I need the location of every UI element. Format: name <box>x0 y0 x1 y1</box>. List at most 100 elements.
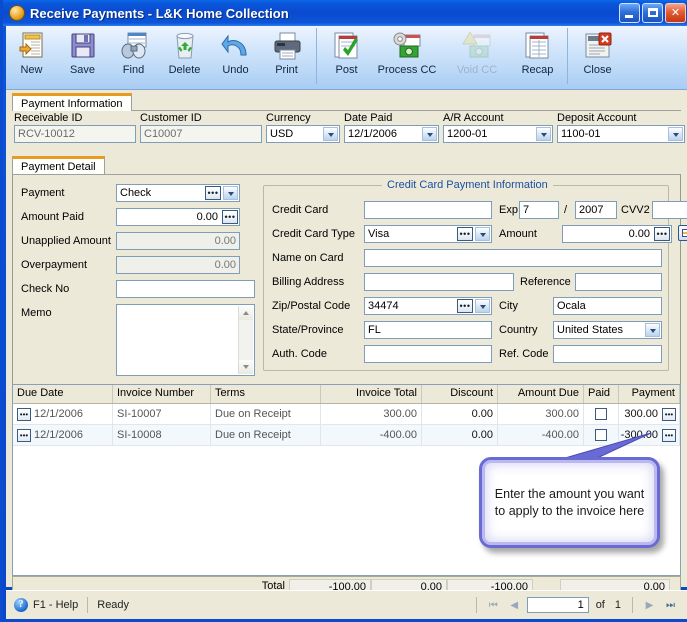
table-row[interactable]: ••• 12/1/2006 SI-10007 Due on Receipt 30… <box>13 404 680 425</box>
cell-terms[interactable]: Due on Receipt <box>211 425 321 445</box>
help-label[interactable]: F1 - Help <box>33 599 78 611</box>
scroll-down-icon[interactable] <box>239 360 253 374</box>
column-header-due-date[interactable]: Due Date <box>13 385 113 403</box>
column-header-payment[interactable]: Payment <box>619 385 680 403</box>
check-no-input[interactable] <box>116 280 255 298</box>
cell-invoice-total[interactable]: -400.00 <box>321 425 422 445</box>
chevron-down-icon[interactable] <box>323 127 338 141</box>
cell-due-date[interactable]: ••• 12/1/2006 <box>13 425 113 445</box>
cell-terms[interactable]: Due on Receipt <box>211 404 321 424</box>
maximize-button[interactable] <box>642 3 663 23</box>
amount-paid-input[interactable]: 0.00 ••• <box>116 208 240 226</box>
row-selector-button[interactable]: ••• <box>17 407 31 421</box>
column-header-invoice-total[interactable]: Invoice Total <box>321 385 422 403</box>
memo-textarea[interactable] <box>116 304 255 376</box>
paid-checkbox[interactable] <box>595 408 607 420</box>
chevron-down-icon[interactable] <box>422 127 437 141</box>
toolbar-new-button[interactable]: New <box>6 26 57 88</box>
auth-code-input[interactable] <box>364 345 492 363</box>
payment-lookup-button[interactable]: ••• <box>205 186 221 200</box>
country-select[interactable]: United States <box>553 321 662 339</box>
column-header-terms[interactable]: Terms <box>211 385 321 403</box>
toolbar-process-cc-button[interactable]: Process CC <box>372 26 442 88</box>
amount-paid-lookup-button[interactable]: ••• <box>222 210 238 224</box>
toolbar-post-button[interactable]: Post <box>321 26 372 88</box>
chevron-down-icon[interactable] <box>536 127 551 141</box>
name-on-card-input[interactable] <box>364 249 662 267</box>
toolbar-save-button[interactable]: Save <box>57 26 108 88</box>
row-selector-button[interactable]: ••• <box>17 428 31 442</box>
cell-amount-due[interactable]: 300.00 <box>498 404 584 424</box>
chevron-down-icon[interactable] <box>668 127 683 141</box>
zip-label: Zip/Postal Code <box>272 300 351 312</box>
toolbar-label: Delete <box>168 64 201 76</box>
toolbar-label: Save <box>69 64 96 76</box>
city-input[interactable]: Ocala <box>553 297 662 315</box>
deposit-account-select[interactable]: 1100-01 <box>557 125 685 143</box>
zip-value: 34474 <box>368 300 399 312</box>
reference-input[interactable] <box>575 273 662 291</box>
scroll-up-icon[interactable] <box>239 306 253 320</box>
chevron-down-icon[interactable] <box>645 323 660 337</box>
payment-lookup-button[interactable]: ••• <box>662 428 676 442</box>
toolbar-delete-button[interactable]: Delete <box>159 26 210 88</box>
chevron-down-icon[interactable] <box>223 186 238 200</box>
cell-due-date[interactable]: ••• 12/1/2006 <box>13 404 113 424</box>
currency-select[interactable]: USD <box>266 125 340 143</box>
cell-paid[interactable] <box>584 404 619 424</box>
payment-lookup-button[interactable]: ••• <box>662 407 676 421</box>
tab-payment-information[interactable]: Payment Information <box>12 93 132 111</box>
toolbar-print-button[interactable]: Print <box>261 26 312 88</box>
chevron-down-icon[interactable] <box>475 227 490 241</box>
help-icon[interactable]: ? <box>14 598 28 612</box>
field-receivable-id: Receivable ID RCV-10012 <box>14 112 136 143</box>
exp-year-input[interactable]: 2007 <box>575 201 617 219</box>
column-header-amount-due[interactable]: Amount Due <box>498 385 584 403</box>
card-type-lookup-button[interactable]: ••• <box>457 227 473 241</box>
cell-invoice-number[interactable]: SI-10007 <box>113 404 211 424</box>
column-header-discount[interactable]: Discount <box>422 385 498 403</box>
ref-code-input[interactable] <box>553 345 662 363</box>
card-type-select[interactable]: Visa ••• <box>364 225 492 243</box>
zip-lookup-button[interactable]: ••• <box>457 299 473 313</box>
cc-amount-lookup-button[interactable]: ••• <box>654 227 670 241</box>
receivable-id-input[interactable]: RCV-10012 <box>14 125 136 143</box>
tab-payment-detail[interactable]: Payment Detail <box>12 156 105 174</box>
cvv2-input[interactable] <box>652 201 687 219</box>
credit-card-input[interactable] <box>364 201 492 219</box>
column-header-invoice-number[interactable]: Invoice Number <box>113 385 211 403</box>
exp-month-input[interactable]: 7 <box>519 201 559 219</box>
column-header-paid[interactable]: Paid <box>584 385 619 403</box>
close-button[interactable]: ✕ <box>665 3 686 23</box>
memo-scrollbar[interactable] <box>238 306 253 374</box>
grid-header-row: Due Date Invoice Number Terms Invoice To… <box>13 385 680 404</box>
toolbar-label: Recap <box>521 64 554 76</box>
toolbar-close-button[interactable]: Close <box>572 26 623 88</box>
cell-discount[interactable]: 0.00 <box>422 425 498 445</box>
first-page-icon[interactable]: ⏮ <box>485 597 502 613</box>
toolbar-recap-button[interactable]: Recap <box>512 26 563 88</box>
date-paid-input[interactable]: 12/1/2006 <box>344 125 439 143</box>
cell-invoice-total[interactable]: 300.00 <box>321 404 422 424</box>
chevron-down-icon[interactable] <box>475 299 490 313</box>
state-input[interactable]: FL <box>364 321 492 339</box>
app-orb-icon <box>9 5 25 21</box>
cell-invoice-number[interactable]: SI-10008 <box>113 425 211 445</box>
cell-discount[interactable]: 0.00 <box>422 404 498 424</box>
next-page-icon[interactable]: ▶ <box>641 597 658 613</box>
minimize-button[interactable] <box>619 3 640 23</box>
ar-account-select[interactable]: 1200-01 <box>443 125 553 143</box>
page-count: 1 <box>614 599 621 611</box>
page-number-input[interactable]: 1 <box>526 597 589 613</box>
zip-input[interactable]: 34474 ••• <box>364 297 492 315</box>
cc-amount-input[interactable]: 0.00 ••• <box>562 225 672 243</box>
credit-card-icon[interactable] <box>678 225 687 241</box>
payment-method-select[interactable]: Check ••• <box>116 184 240 202</box>
toolbar-undo-button[interactable]: Undo <box>210 26 261 88</box>
last-page-icon[interactable]: ⏭ <box>662 597 679 613</box>
billing-address-input[interactable] <box>364 273 514 291</box>
toolbar-find-button[interactable]: Find <box>108 26 159 88</box>
cell-payment[interactable]: 300.00 ••• <box>619 404 680 424</box>
customer-id-input[interactable]: C10007 <box>140 125 262 143</box>
previous-page-icon[interactable]: ◀ <box>506 597 523 613</box>
